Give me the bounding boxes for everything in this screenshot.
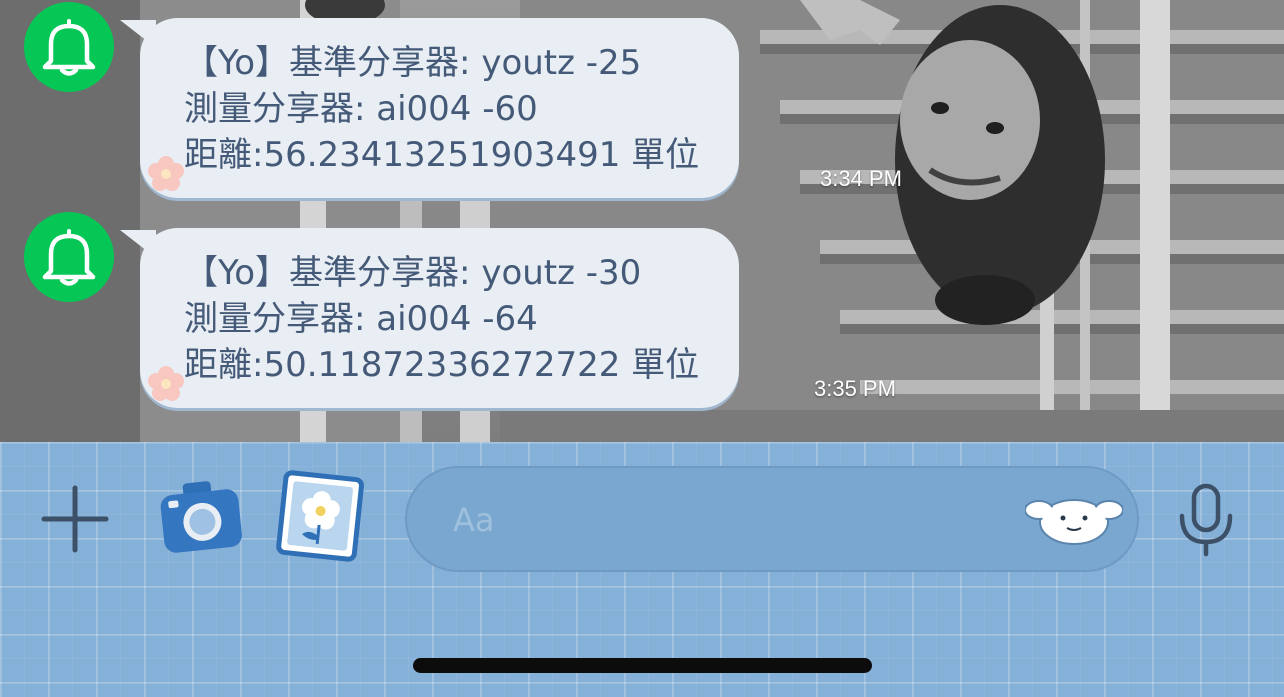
bubble-tail [120, 20, 156, 48]
home-indicator[interactable] [413, 658, 872, 673]
sender-avatar[interactable] [24, 2, 114, 92]
message-row: 【Yo】基準分享器: youtz -25 測量分享器: ai004 -60 距離… [0, 0, 1000, 200]
message-line: 【Yo】基準分享器: youtz -30 [184, 253, 642, 293]
message-timestamp: 3:35 PM [814, 376, 896, 401]
camera-icon [160, 481, 242, 553]
message-bubble[interactable]: 【Yo】基準分享器: youtz -25 測量分享器: ai004 -60 距離… [120, 18, 740, 198]
message-line: 測量分享器: ai004 -64 [184, 299, 538, 339]
message-input[interactable] [451, 468, 1015, 572]
photo-icon [276, 470, 364, 562]
camera-button[interactable] [156, 476, 246, 560]
sticker-icon [1024, 499, 1124, 545]
message-line: 距離:56.23413251903491 單位 [184, 135, 700, 175]
message-line: 測量分享器: ai004 -60 [184, 89, 538, 129]
flower-icon [148, 366, 184, 401]
flower-icon [148, 156, 184, 191]
message-input-container[interactable] [405, 466, 1139, 572]
message-line: 距離:50.11872336272722 單位 [184, 345, 700, 385]
sender-avatar[interactable] [24, 212, 114, 302]
microphone-icon [1179, 483, 1233, 557]
add-button[interactable] [40, 484, 110, 554]
input-toolbar [0, 442, 1284, 697]
message-line: 【Yo】基準分享器: youtz -25 [184, 43, 642, 83]
plus-icon [41, 485, 109, 553]
photo-button[interactable] [274, 470, 366, 564]
bubble-tail [120, 230, 156, 258]
chat-screen: 【Yo】基準分享器: youtz -25 測量分享器: ai004 -60 距離… [0, 0, 1284, 697]
message-bubble[interactable]: 【Yo】基準分享器: youtz -30 測量分享器: ai004 -64 距離… [120, 228, 740, 408]
sticker-button[interactable] [1024, 492, 1124, 548]
bell-icon [42, 19, 96, 76]
microphone-button[interactable] [1172, 482, 1240, 558]
bell-icon [42, 229, 96, 286]
message-row: 【Yo】基準分享器: youtz -30 測量分享器: ai004 -64 距離… [0, 210, 1000, 410]
message-timestamp: 3:34 PM [820, 166, 902, 191]
